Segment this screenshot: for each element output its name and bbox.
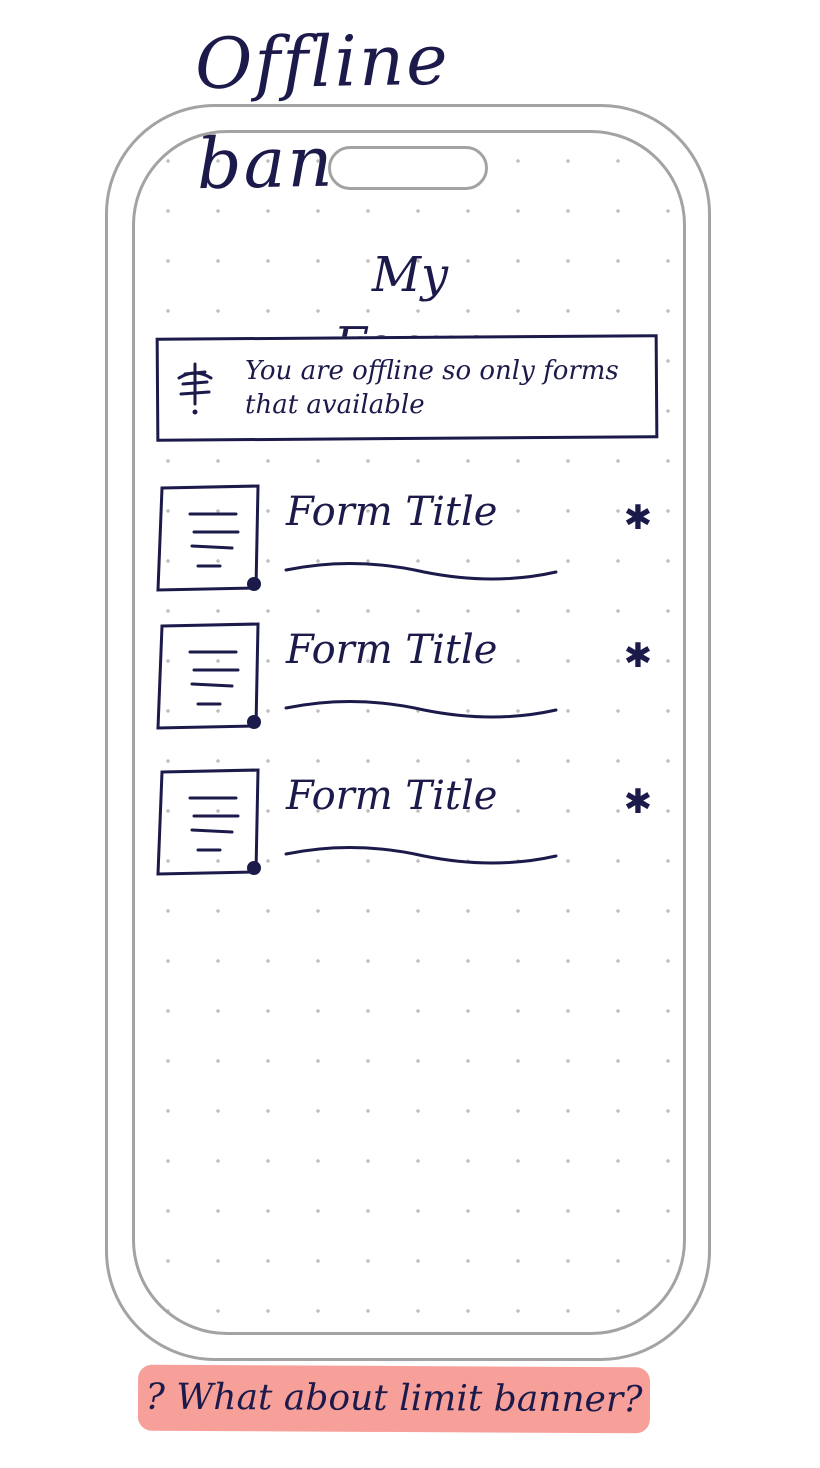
form-title: Form Title — [286, 773, 498, 819]
dynamic-island — [328, 146, 488, 190]
offline-banner-text: You are offline so only forms that avail… — [245, 356, 619, 420]
document-icon — [156, 622, 261, 730]
form-subtitle-placeholder — [284, 562, 558, 581]
form-title: Form Title — [286, 627, 498, 673]
form-subtitle-placeholder — [284, 846, 558, 865]
form-subtitle-placeholder — [284, 700, 558, 719]
document-icon — [156, 768, 261, 876]
star-icon[interactable]: ✱ — [620, 636, 656, 676]
form-title: Form Title — [286, 489, 498, 535]
document-icon — [156, 484, 261, 592]
page-title: My Forms — [334, 247, 487, 373]
star-icon[interactable]: ✱ — [620, 782, 656, 822]
star-icon[interactable]: ✱ — [620, 498, 656, 538]
form-list-item[interactable]: Form Title ✱ — [150, 622, 670, 738]
form-list-item[interactable]: Form Title ✱ — [150, 768, 670, 884]
form-list-item[interactable]: Form Title ✱ — [150, 484, 670, 600]
offline-signal-icon — [177, 362, 213, 415]
sketch-title: Offline banner — [194, 18, 461, 205]
design-note: ? What about limit banner? — [137, 1364, 651, 1434]
